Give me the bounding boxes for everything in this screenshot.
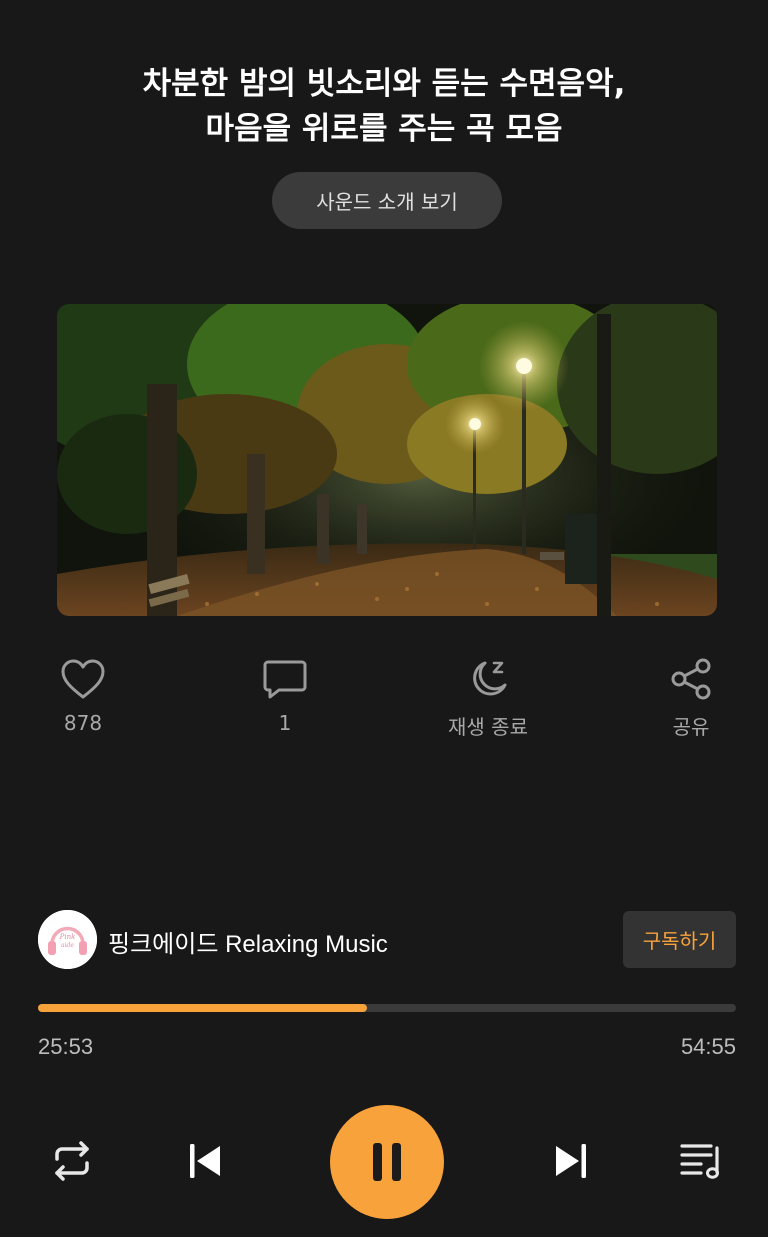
comment-icon[interactable]	[225, 650, 345, 708]
channel-row: Pink aide 핑크에이드 Relaxing Music 구독하기	[38, 910, 736, 970]
playlist-icon	[680, 1144, 719, 1179]
playlist-button[interactable]	[674, 1135, 730, 1187]
progress-bar[interactable]	[38, 1004, 736, 1012]
comment-count: 1	[278, 711, 292, 735]
sound-title: 차분한 밤의 빗소리와 듣는 수면음악, 마음을 위로를 주는 곡 모음	[40, 62, 728, 152]
skip-next-icon	[556, 1144, 586, 1178]
cover-image	[57, 304, 717, 616]
comment-action[interactable]: 1	[225, 650, 345, 735]
total-duration: 54:55	[680, 1034, 736, 1059]
repeat-button[interactable]	[46, 1135, 98, 1187]
avatar-text-line2: aide	[61, 942, 74, 949]
sleep-timer-action[interactable]: 재생 종료	[428, 650, 548, 740]
share-icon[interactable]	[631, 650, 751, 708]
moon-sleep-icon[interactable]	[428, 650, 548, 708]
action-bar: 878 1 재생 종료 공유	[0, 650, 768, 750]
sleep-timer-label: 재생 종료	[448, 715, 528, 739]
skip-previous-icon	[190, 1144, 220, 1178]
channel-name[interactable]: 핑크에이드 Relaxing Music	[108, 924, 388, 959]
heart-icon[interactable]	[23, 650, 143, 708]
next-button[interactable]	[546, 1135, 598, 1187]
previous-button[interactable]	[178, 1135, 230, 1187]
elapsed-time: 25:53	[38, 1034, 94, 1059]
like-action[interactable]: 878	[23, 650, 143, 735]
sound-title-line2: 마음을 위로를 주는 곡 모음	[205, 111, 563, 147]
subscribe-button[interactable]: 구독하기	[623, 911, 736, 968]
repeat-icon	[55, 1141, 89, 1181]
sound-title-line1: 차분한 밤의 빗소리와 듣는 수면음악,	[142, 66, 626, 102]
channel-avatar[interactable]: Pink aide	[38, 910, 97, 969]
progress-fill	[38, 1004, 368, 1012]
avatar-text-line1: Pink	[59, 933, 76, 941]
pause-icon	[373, 1143, 401, 1181]
share-action[interactable]: 공유	[631, 650, 751, 740]
like-count: 878	[63, 711, 103, 735]
play-pause-button[interactable]	[330, 1105, 444, 1219]
share-label: 공유	[672, 715, 710, 739]
sound-intro-button[interactable]: 사운드 소개 보기	[272, 172, 502, 229]
